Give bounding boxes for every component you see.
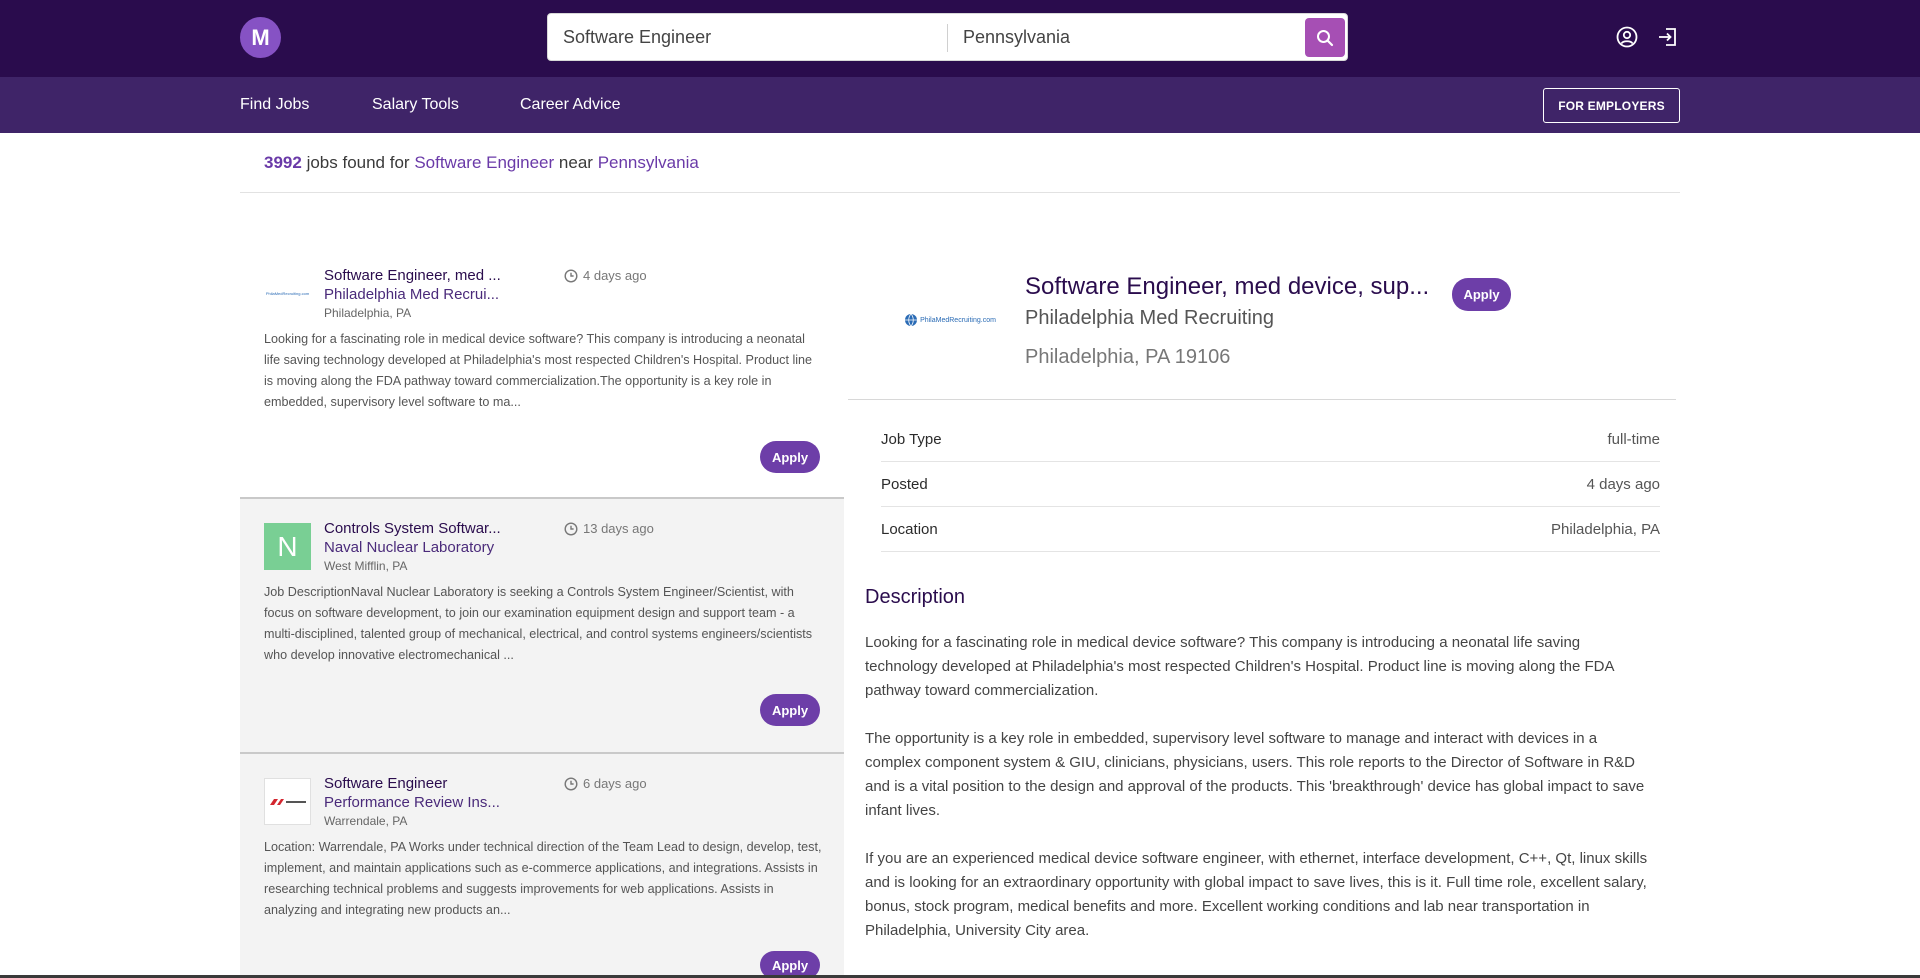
- search-button[interactable]: [1305, 18, 1345, 57]
- nav-find-jobs[interactable]: Find Jobs: [240, 96, 309, 114]
- keyword-input[interactable]: [548, 14, 946, 60]
- site-logo[interactable]: M: [240, 17, 281, 58]
- job-age: 4 days ago: [564, 268, 647, 283]
- nav-career-advice[interactable]: Career Advice: [520, 96, 621, 114]
- summary-text-1: jobs found for: [306, 153, 410, 172]
- job-age: 13 days ago: [564, 521, 654, 536]
- company-logo-letter: N: [277, 530, 298, 562]
- job-age-text: 4 days ago: [583, 268, 647, 283]
- apply-button[interactable]: Apply: [760, 951, 820, 978]
- job-company: Naval Nuclear Laboratory: [324, 539, 495, 556]
- job-age-text: 6 days ago: [583, 776, 647, 791]
- info-row-location: Location Philadelphia, PA: [881, 507, 1660, 552]
- detail-company-logo: PhilaMedRecruiting.com: [900, 302, 1000, 338]
- detail-location: Philadelphia, PA 19106: [1025, 346, 1231, 368]
- clock-icon: [564, 776, 578, 791]
- info-row-posted: Posted 4 days ago: [881, 462, 1660, 507]
- summary-location: Pennsylvania: [597, 153, 699, 172]
- detail-company: Philadelphia Med Recruiting: [1025, 307, 1275, 329]
- job-company: Performance Review Ins...: [324, 794, 500, 811]
- main-nav: Find Jobs Salary Tools Career Advice FOR…: [0, 77, 1920, 133]
- clock-icon: [564, 521, 578, 536]
- job-company: Philadelphia Med Recrui...: [324, 286, 500, 303]
- search-icon: [1317, 29, 1334, 46]
- info-value: 4 days ago: [1586, 476, 1660, 493]
- job-card[interactable]: Software Engineer Performance Review Ins…: [240, 752, 844, 978]
- detail-divider: [848, 399, 1676, 400]
- job-title[interactable]: Software Engineer, med ...: [324, 267, 514, 284]
- description-paragraph: If you are an experienced medical device…: [865, 850, 1648, 939]
- company-logo: PhilaMedRecruiting.com: [264, 270, 311, 317]
- job-age-text: 13 days ago: [583, 521, 654, 536]
- search-bar: [547, 13, 1348, 61]
- job-description: Looking for a fascinating role in medica…: [264, 332, 813, 409]
- nav-salary-tools[interactable]: Salary Tools: [372, 96, 459, 114]
- company-logo: N: [264, 523, 311, 570]
- job-age: 6 days ago: [564, 776, 647, 791]
- job-title[interactable]: Controls System Softwar...: [324, 520, 514, 537]
- info-key: Location: [881, 521, 938, 538]
- job-description: Job DescriptionNaval Nuclear Laboratory …: [264, 585, 813, 662]
- for-employers-button[interactable]: FOR EMPLOYERS: [1543, 88, 1680, 123]
- description-heading: Description: [865, 586, 966, 608]
- location-input[interactable]: [948, 14, 1248, 60]
- description-paragraph: Looking for a fascinating role in medica…: [865, 634, 1614, 699]
- detail-logo-text: PhilaMedRecruiting.com: [920, 316, 996, 324]
- company-logo: [264, 778, 311, 825]
- account-icon[interactable]: [1614, 24, 1640, 50]
- job-location: Philadelphia, PA: [324, 306, 412, 320]
- info-key: Job Type: [881, 431, 942, 448]
- detail-job-title: Software Engineer, med device, sup...: [1025, 273, 1430, 300]
- company-logo-text: PhilaMedRecruiting.com: [265, 291, 310, 296]
- company-logo-mark: [269, 798, 306, 805]
- apply-button[interactable]: Apply: [760, 441, 820, 473]
- summary-text-2: near: [558, 153, 593, 172]
- results-count: 3992: [264, 153, 302, 172]
- clock-icon: [564, 268, 578, 283]
- job-location: West Mifflin, PA: [324, 559, 408, 573]
- top-header: M: [0, 0, 1920, 77]
- job-card[interactable]: N Controls System Softwar... Naval Nucle…: [240, 497, 844, 752]
- logo-letter: M: [251, 24, 270, 50]
- globe-icon: [905, 313, 918, 327]
- detail-apply-button[interactable]: Apply: [1452, 278, 1511, 311]
- info-value: full-time: [1607, 431, 1660, 448]
- apply-button[interactable]: Apply: [760, 694, 820, 726]
- job-location: Warrendale, PA: [324, 814, 408, 828]
- summary-divider: [240, 192, 1680, 193]
- job-description: Location: Warrendale, PA Works under tec…: [264, 840, 822, 917]
- info-value: Philadelphia, PA: [1551, 521, 1660, 538]
- results-summary: 3992 jobs found for Software Engineer ne…: [264, 153, 699, 173]
- summary-keyword: Software Engineer: [414, 153, 555, 172]
- info-row-job-type: Job Type full-time: [881, 417, 1660, 462]
- job-card[interactable]: PhilaMedRecruiting.com Software Engineer…: [240, 246, 844, 501]
- sign-in-icon[interactable]: [1655, 24, 1681, 50]
- description-paragraph: The opportunity is a key role in embedde…: [865, 730, 1645, 819]
- job-title[interactable]: Software Engineer: [324, 775, 514, 792]
- info-key: Posted: [881, 476, 928, 493]
